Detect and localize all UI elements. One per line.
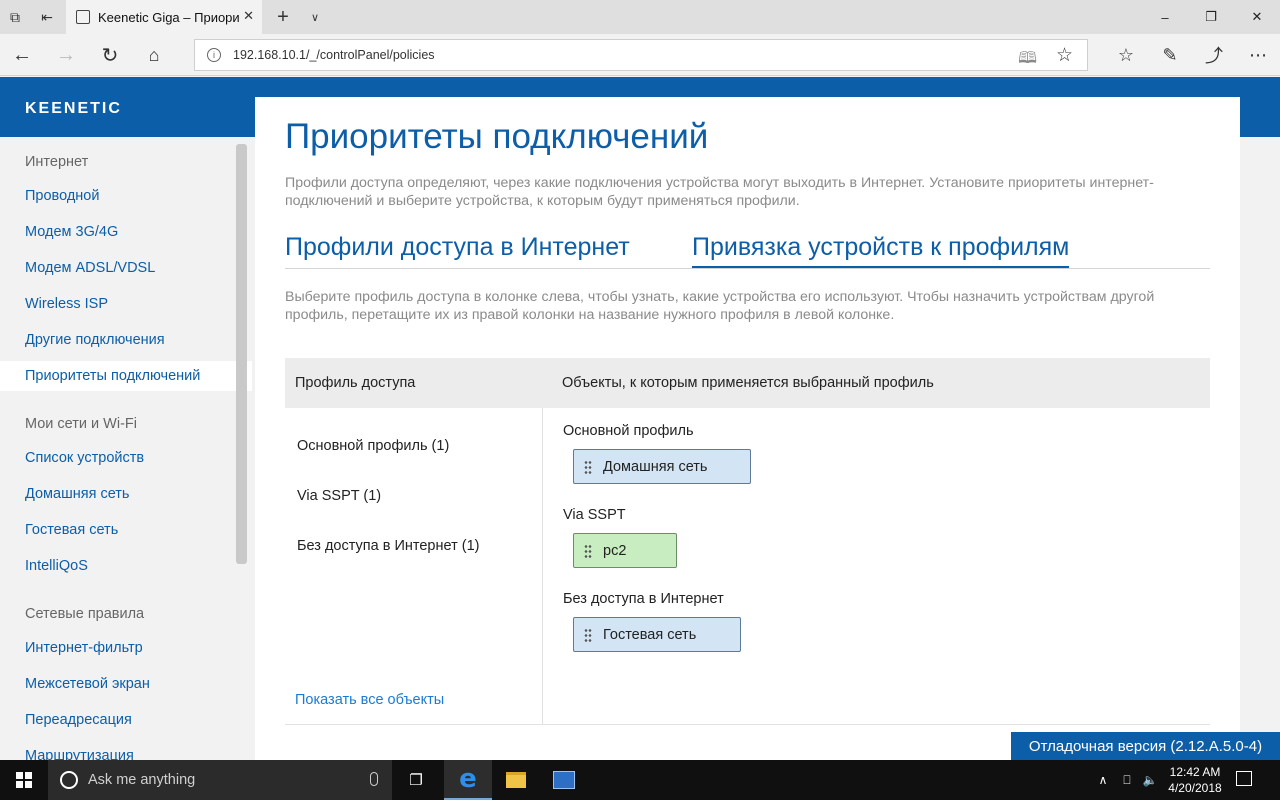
home-icon[interactable]: ⌂ (132, 34, 176, 76)
new-tab-icon[interactable]: + (268, 0, 298, 34)
volume-icon[interactable]: 🔈 (1140, 760, 1160, 800)
sidebar-item-other-connections[interactable]: Другие подключения (0, 326, 252, 354)
forward-icon[interactable]: → (44, 34, 88, 76)
tab-access-profiles[interactable]: Профили доступа в Интернет (285, 233, 630, 266)
microphone-icon[interactable] (370, 772, 378, 786)
column-divider (542, 408, 543, 724)
sidebar-item-guest-network[interactable]: Гостевая сеть (0, 516, 252, 544)
tabs-divider (285, 268, 1210, 269)
edge-taskbar-icon[interactable]: e (444, 760, 492, 800)
clock-date: 4/20/2018 (1168, 781, 1222, 795)
network-status-icon[interactable]: ⎕ (1116, 760, 1138, 800)
profile-item-main[interactable]: Основной профиль (1) (297, 438, 449, 454)
device-chip-guest-network[interactable]: Гостевая сеть (573, 617, 741, 652)
sidebar-item-forwarding[interactable]: Переадресация (0, 706, 252, 734)
device-chip-home-network[interactable]: Домашняя сеть (573, 449, 751, 484)
browser-nav-bar: ← → ↻ ⌂ i 192.168.10.1/_/controlPanel/po… (0, 34, 1280, 76)
device-chip-label: pc2 (603, 542, 627, 559)
site-info-icon[interactable]: i (207, 48, 221, 62)
cortana-icon (60, 771, 78, 789)
minimize-icon[interactable]: – (1142, 0, 1188, 34)
sidebar-group-internet: Интернет (25, 154, 89, 170)
table-header: Профиль доступа Объекты, к которым приме… (285, 358, 1210, 408)
group-label-main: Основной профиль (563, 423, 694, 439)
column-header-profile: Профиль доступа (295, 375, 416, 391)
drag-handle-icon[interactable] (584, 543, 592, 558)
url-text: 192.168.10.1/_/controlPanel/policies (233, 48, 435, 62)
reading-view-icon[interactable]: 🕮 (1018, 47, 1037, 74)
refresh-icon[interactable]: ↻ (88, 34, 132, 76)
sidebar-item-wired[interactable]: Проводной (0, 182, 252, 210)
browser-tab-bar: ⧉ ⇤ Keenetic Giga – Приори ✕ + ∨ – ❐ ✕ (0, 0, 1280, 34)
file-explorer-icon[interactable] (492, 760, 540, 800)
drag-handle-icon[interactable] (584, 627, 592, 642)
close-window-icon[interactable]: ✕ (1234, 0, 1280, 34)
address-bar[interactable]: i 192.168.10.1/_/controlPanel/policies 🕮… (194, 39, 1088, 71)
cortana-search-box[interactable]: Ask me anything (48, 760, 392, 800)
sidebar-item-modem-3g4g[interactable]: Модем 3G/4G (0, 218, 252, 246)
tab-preview-icon[interactable]: ⧉ (0, 0, 30, 34)
sidebar-group-networks: Мои сети и Wi-Fi (25, 416, 137, 432)
device-chip-pc2[interactable]: pc2 (573, 533, 677, 568)
group-label-via-sspt: Via SSPT (563, 507, 626, 523)
windows-taskbar: Ask me anything ❐ e ∧ ⎕ 🔈 12:42 AM 4/20/… (0, 760, 1280, 800)
web-note-icon[interactable]: ✎ (1148, 34, 1192, 76)
sidebar-item-modem-adsl[interactable]: Модем ADSL/VDSL (0, 254, 252, 282)
table-bottom-border (285, 724, 1210, 725)
sidebar-item-wireless-isp[interactable]: Wireless ISP (0, 290, 252, 318)
sidebar-item-internet-filter[interactable]: Интернет-фильтр (0, 634, 252, 662)
keenetic-logo[interactable]: KEENETIC (25, 100, 122, 118)
sidebar: Интернет Проводной Модем 3G/4G Модем ADS… (0, 137, 254, 760)
column-header-objects: Объекты, к которым применяется выбранный… (562, 375, 934, 391)
share-icon[interactable]: ⤴ (1192, 34, 1236, 76)
sidebar-group-rules: Сетевые правила (25, 606, 145, 622)
tab-list-chevron-down-icon[interactable]: ∨ (300, 0, 330, 34)
start-button[interactable] (0, 760, 48, 800)
debug-version-badge: Отладочная версия (2.12.A.5.0-4) (1011, 732, 1280, 760)
device-chip-label: Домашняя сеть (603, 458, 708, 475)
action-center-icon[interactable] (1236, 771, 1252, 786)
app-taskbar-icon[interactable] (540, 760, 588, 800)
profile-item-no-internet[interactable]: Без доступа в Интернет (1) (297, 538, 479, 554)
show-hidden-icons-chevron-up-icon[interactable]: ∧ (1094, 760, 1112, 800)
browser-tab[interactable]: Keenetic Giga – Приори ✕ (66, 0, 262, 34)
back-icon[interactable]: ← (0, 34, 44, 76)
close-tab-icon[interactable]: ✕ (243, 8, 254, 24)
tab-title: Keenetic Giga – Приори (98, 9, 240, 25)
sidebar-item-firewall[interactable]: Межсетевой экран (0, 670, 252, 698)
binding-hint: Выберите профиль доступа в колонке слева… (285, 289, 1155, 323)
task-view-icon[interactable]: ❐ (392, 760, 440, 800)
sidebar-item-intelliqos[interactable]: IntelliQoS (0, 552, 252, 580)
sidebar-item-routing[interactable]: Маршрутизация (0, 742, 252, 760)
drag-handle-icon[interactable] (584, 459, 592, 474)
restore-icon[interactable]: ❐ (1188, 0, 1234, 34)
page-favicon-icon (76, 10, 90, 24)
sidebar-item-home-network[interactable]: Домашняя сеть (0, 480, 252, 508)
favorite-star-icon[interactable]: ☆ (1056, 44, 1073, 67)
more-menu-icon[interactable]: ⋯ (1236, 34, 1280, 76)
set-tabs-aside-icon[interactable]: ⇤ (32, 0, 62, 34)
main-panel: Приоритеты подключений Профили доступа о… (255, 97, 1240, 760)
windows-logo-icon (16, 772, 32, 788)
sidebar-item-device-list[interactable]: Список устройств (0, 444, 252, 472)
sidebar-item-connection-priorities[interactable]: Приоритеты подключений (0, 361, 252, 391)
device-chip-label: Гостевая сеть (603, 626, 697, 643)
group-label-no-internet: Без доступа в Интернет (563, 591, 724, 607)
profile-item-via-sspt[interactable]: Via SSPT (1) (297, 488, 381, 504)
search-placeholder: Ask me anything (88, 772, 196, 788)
page-title: Приоритеты подключений (285, 117, 709, 156)
tab-device-binding[interactable]: Привязка устройств к профилям (692, 233, 1070, 269)
system-clock[interactable]: 12:42 AM 4/20/2018 (1160, 764, 1230, 796)
show-all-objects-link[interactable]: Показать все объекты (295, 692, 444, 708)
clock-time: 12:42 AM (1169, 765, 1221, 779)
page-description: Профили доступа определяют, через какие … (285, 175, 1154, 209)
sidebar-scrollbar[interactable] (236, 144, 247, 564)
favorites-hub-icon[interactable]: ☆ (1104, 34, 1148, 76)
